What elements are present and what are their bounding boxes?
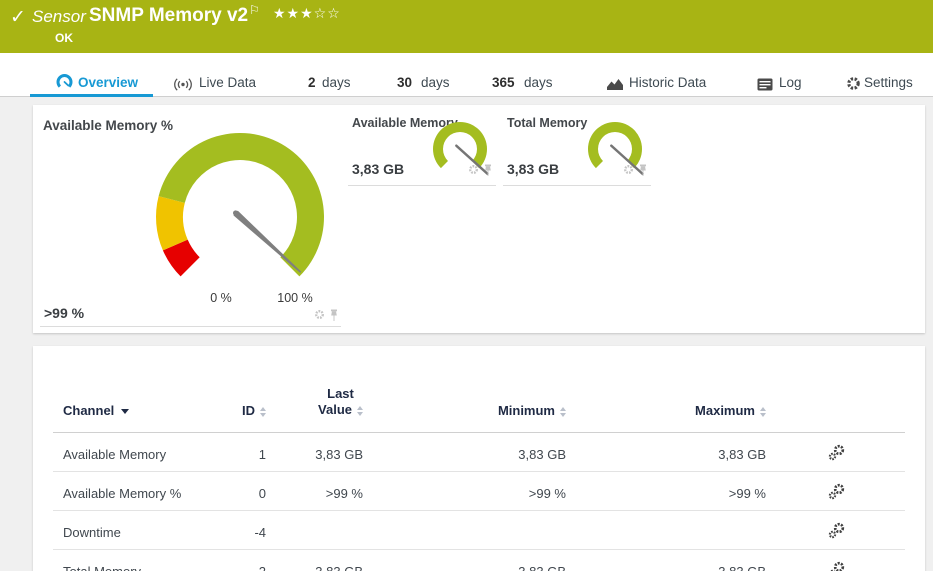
table-header-row: Channel ID LastValue Minimum Maximum — [53, 376, 905, 433]
available-memory-gauge-value: 3,83 GB — [352, 161, 404, 177]
tile-pin-icon[interactable] — [638, 164, 648, 177]
channel-minimum — [365, 511, 568, 550]
main-gauge-min-label: 0 % — [196, 291, 246, 305]
tile-gear-icon[interactable] — [623, 164, 634, 175]
channel-name: Downtime — [53, 511, 238, 550]
channels-card: Channel ID LastValue Minimum Maximum Ava… — [33, 346, 925, 571]
total-memory-gauge-value: 3,83 GB — [507, 161, 559, 177]
gauges-card: Available Memory % 0 % 100 % >99 % Avail… — [33, 105, 925, 333]
channel-maximum: 3,83 GB — [568, 550, 768, 571]
tab-log[interactable]: Log — [779, 75, 802, 90]
flag-icon[interactable]: ⚐ — [249, 3, 260, 17]
column-header-actions — [768, 376, 905, 433]
table-row: Available Memory % 0 >99 % >99 % >99 % — [53, 472, 905, 511]
channels-table: Channel ID LastValue Minimum Maximum Ava… — [53, 376, 905, 571]
channel-maximum: >99 % — [568, 472, 768, 511]
tab-30-days-number[interactable]: 30 — [397, 75, 412, 90]
channel-last-value: >99 % — [268, 472, 365, 511]
channel-id: 2 — [238, 550, 268, 571]
channel-settings-icon[interactable] — [828, 522, 845, 542]
status-badge: OK — [55, 31, 73, 45]
column-header-minimum[interactable]: Minimum — [365, 376, 568, 433]
channel-settings-icon[interactable] — [828, 561, 845, 571]
sensor-header: ✓ Sensor SNMP Memory v2 ⚐ ★★★☆☆ OK — [0, 0, 933, 53]
historic-data-icon[interactable] — [606, 77, 624, 91]
active-tab-underline — [30, 94, 153, 97]
table-row: Available Memory 1 3,83 GB 3,83 GB 3,83 … — [53, 433, 905, 472]
live-data-icon[interactable] — [172, 77, 194, 92]
channel-minimum: >99 % — [365, 472, 568, 511]
tile-divider — [503, 185, 651, 186]
main-gauge — [150, 128, 340, 288]
log-icon[interactable] — [757, 78, 773, 91]
tab-365-days-number[interactable]: 365 — [492, 75, 515, 90]
tile-pin-icon[interactable] — [329, 309, 339, 322]
settings-gear-icon[interactable] — [846, 76, 861, 91]
channel-settings-icon[interactable] — [828, 483, 845, 503]
tab-overview[interactable]: Overview — [78, 75, 138, 90]
channel-last-value: 3,83 GB — [268, 433, 365, 472]
tile-pin-icon[interactable] — [483, 164, 493, 177]
column-header-id[interactable]: ID — [238, 376, 268, 433]
channel-id: -4 — [238, 511, 268, 550]
tab-365-days[interactable]: days — [524, 75, 553, 90]
object-kind-label: Sensor — [32, 7, 86, 27]
channel-name: Available Memory % — [53, 472, 238, 511]
tile-divider — [40, 326, 341, 327]
tab-settings[interactable]: Settings — [864, 75, 913, 90]
channel-last-value: 3,83 GB — [268, 550, 365, 571]
channel-minimum: 3,83 GB — [365, 550, 568, 571]
tab-2-days[interactable]: days — [322, 75, 351, 90]
sort-toggle-icon — [760, 407, 766, 417]
priority-stars[interactable]: ★★★☆☆ — [273, 6, 341, 22]
column-header-last-value[interactable]: LastValue — [268, 376, 365, 433]
channel-minimum: 3,83 GB — [365, 433, 568, 472]
status-check-icon: ✓ — [10, 6, 26, 29]
sort-toggle-icon — [260, 407, 266, 417]
channel-id: 1 — [238, 433, 268, 472]
main-gauge-max-label: 100 % — [270, 291, 320, 305]
table-row: Total Memory 2 3,83 GB 3,83 GB 3,83 GB — [53, 550, 905, 571]
sort-desc-icon — [121, 409, 129, 414]
tile-gear-icon[interactable] — [468, 164, 479, 175]
tab-historic-data[interactable]: Historic Data — [629, 75, 706, 90]
tab-live-data[interactable]: Live Data — [199, 75, 256, 90]
column-header-maximum[interactable]: Maximum — [568, 376, 768, 433]
page-title: SNMP Memory v2 — [89, 5, 248, 27]
channel-name: Available Memory — [53, 433, 238, 472]
total-memory-gauge-title: Total Memory — [507, 116, 587, 130]
sort-toggle-icon — [560, 407, 566, 417]
sort-toggle-icon — [357, 406, 363, 416]
channel-maximum — [568, 511, 768, 550]
table-row: Downtime -4 — [53, 511, 905, 550]
tab-2-days-number[interactable]: 2 — [308, 75, 316, 90]
tile-gear-icon[interactable] — [314, 309, 325, 320]
tile-divider — [348, 185, 496, 186]
channel-maximum: 3,83 GB — [568, 433, 768, 472]
channel-last-value — [268, 511, 365, 550]
main-gauge-value: >99 % — [44, 305, 84, 321]
column-header-channel[interactable]: Channel — [53, 376, 238, 433]
channel-name: Total Memory — [53, 550, 238, 571]
tab-bar: Overview Live Data 2 days 30 days 365 da… — [0, 53, 933, 97]
tab-30-days[interactable]: days — [421, 75, 450, 90]
gauge-icon[interactable] — [56, 74, 73, 91]
channel-settings-icon[interactable] — [828, 444, 845, 464]
channel-id: 0 — [238, 472, 268, 511]
